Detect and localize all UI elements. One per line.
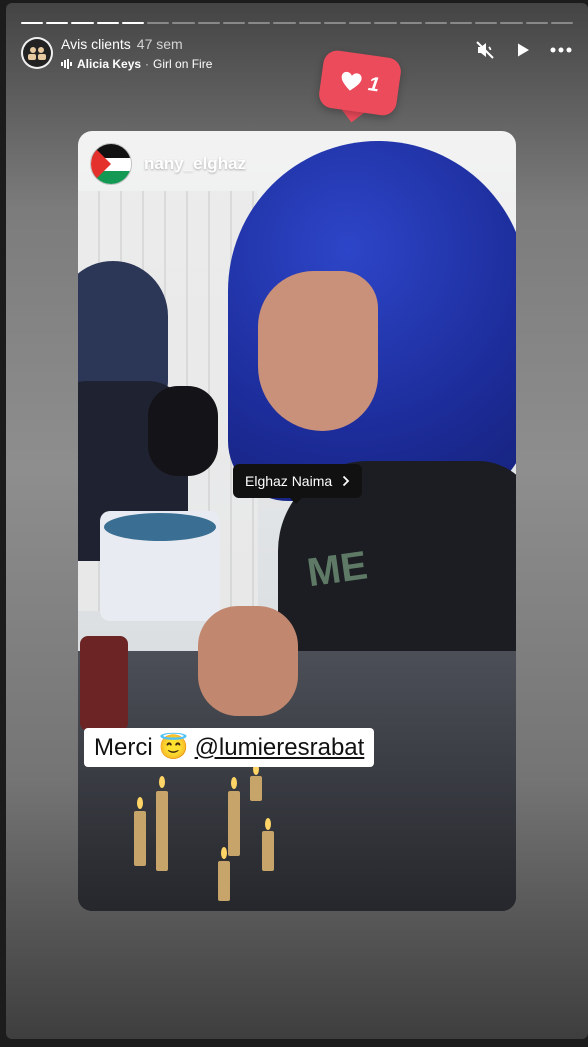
like-count: 1: [366, 72, 381, 97]
story-progress-bar: [21, 22, 574, 24]
progress-segment: [374, 22, 397, 24]
group-icon: [28, 47, 46, 60]
speaker-muted-icon: [476, 41, 494, 59]
progress-segment: [424, 22, 447, 24]
chevron-right-icon: [343, 475, 350, 487]
progress-segment: [273, 22, 296, 24]
person-tag-label: Elghaz Naima: [245, 473, 333, 489]
account-avatar[interactable]: [21, 37, 53, 69]
audio-wave-icon: [61, 59, 72, 69]
progress-segment: [21, 22, 44, 24]
story-time: 47 sem: [136, 36, 183, 52]
caption-emoji: 😇: [158, 734, 189, 761]
music-track: Girl on Fire: [153, 57, 213, 71]
person-tag[interactable]: Elghaz Naima: [233, 464, 363, 504]
music-artist: Alicia Keys: [77, 57, 142, 71]
heart-icon: [342, 71, 363, 91]
progress-segment: [172, 22, 195, 24]
play-button[interactable]: [511, 38, 535, 62]
progress-segment: [96, 22, 119, 24]
progress-segment: [475, 22, 498, 24]
music-info[interactable]: Alicia Keys · Girl on Fire: [61, 57, 212, 71]
story-title-row: Avis clients 47 sem: [61, 36, 183, 52]
caption-sticker: Merci 😇 @lumieresrabat: [84, 728, 375, 767]
post-username[interactable]: nany_elghaz: [144, 154, 246, 174]
progress-segment: [197, 22, 220, 24]
shared-post[interactable]: ME nany_elghaz Elghaz Naima Merci 😇 @lum…: [78, 131, 516, 911]
progress-segment: [323, 22, 347, 24]
mute-button[interactable]: [473, 38, 497, 62]
more-options-button[interactable]: [549, 38, 573, 62]
palestine-flag-avatar: [90, 143, 132, 185]
progress-segment: [147, 22, 170, 24]
post-author[interactable]: nany_elghaz: [90, 143, 246, 185]
progress-segment: [71, 22, 94, 24]
play-icon: [518, 43, 529, 57]
story-header: Avis clients 47 sem Alicia Keys · Girl on…: [21, 36, 573, 72]
progress-segment: [222, 22, 246, 24]
more-icon: [550, 47, 572, 53]
progress-segment: [298, 22, 321, 24]
caption-text: Merci: [94, 733, 153, 761]
progress-segment: [121, 22, 145, 24]
progress-segment: [500, 22, 523, 24]
caption-mention[interactable]: @lumieresrabat: [195, 734, 365, 762]
music-separator: ·: [145, 57, 150, 71]
progress-segment: [46, 22, 69, 24]
story-viewer[interactable]: Avis clients 47 sem Alicia Keys · Girl on…: [6, 3, 588, 1039]
progress-segment: [349, 22, 372, 24]
progress-segment: [449, 22, 473, 24]
progress-segment: [248, 22, 271, 24]
progress-segment: [550, 22, 574, 24]
story-title[interactable]: Avis clients: [61, 36, 131, 52]
progress-segment: [399, 22, 422, 24]
story-controls: [473, 38, 573, 62]
progress-segment: [525, 22, 548, 24]
post-photo: ME: [78, 131, 516, 911]
like-count-sticker: 1: [315, 48, 404, 131]
